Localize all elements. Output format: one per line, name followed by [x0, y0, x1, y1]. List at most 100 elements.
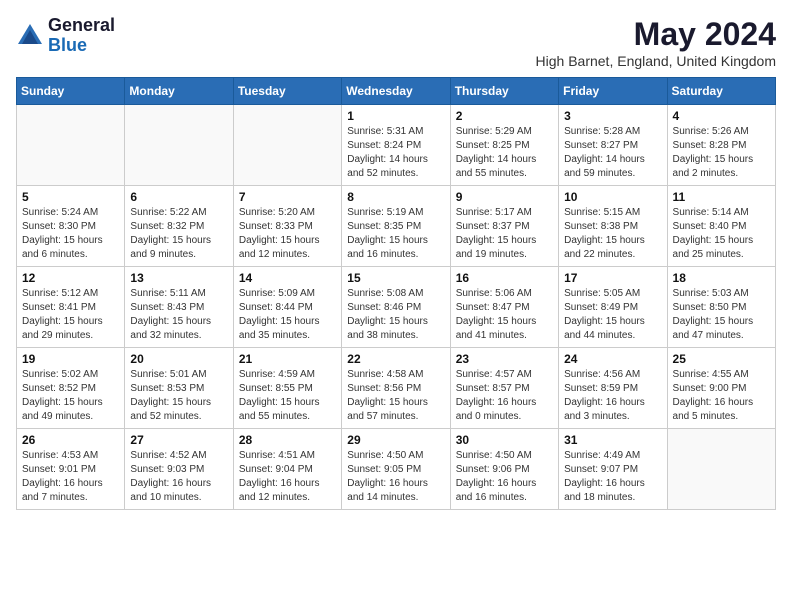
day-detail: Sunrise: 5:29 AMSunset: 8:25 PMDaylight:…	[456, 125, 553, 181]
calendar-cell: 28 Sunrise: 4:51 AMSunset: 9:04 PMDayligh…	[233, 429, 341, 510]
weekday-header-row: SundayMondayTuesdayWednesdayThursdayFrid…	[17, 78, 776, 105]
day-detail: Sunrise: 4:49 AMSunset: 9:07 PMDaylight:…	[564, 449, 661, 505]
day-number: 26	[22, 433, 119, 447]
calendar-cell: 20 Sunrise: 5:01 AMSunset: 8:53 PMDayligh…	[125, 348, 233, 429]
day-number: 19	[22, 352, 119, 366]
day-detail: Sunrise: 4:55 AMSunset: 9:00 PMDaylight:…	[673, 368, 770, 424]
calendar-cell	[125, 105, 233, 186]
calendar-cell: 23 Sunrise: 4:57 AMSunset: 8:57 PMDayligh…	[450, 348, 558, 429]
day-number: 4	[673, 109, 770, 123]
calendar-cell: 17 Sunrise: 5:05 AMSunset: 8:49 PMDayligh…	[559, 267, 667, 348]
day-detail: Sunrise: 5:15 AMSunset: 8:38 PMDaylight:…	[564, 206, 661, 262]
day-detail: Sunrise: 5:24 AMSunset: 8:30 PMDaylight:…	[22, 206, 119, 262]
day-detail: Sunrise: 5:22 AMSunset: 8:32 PMDaylight:…	[130, 206, 227, 262]
calendar-cell: 21Sunrise: 4:59 AMSunset: 8:55 PMDayligh…	[233, 348, 341, 429]
calendar-week-row: 19Sunrise: 5:02 AMSunset: 8:52 PMDayligh…	[17, 348, 776, 429]
day-number: 2	[456, 109, 553, 123]
day-number: 9	[456, 190, 553, 204]
day-number: 23	[456, 352, 553, 366]
day-number: 30	[456, 433, 553, 447]
calendar-cell: 30Sunrise: 4:50 AMSunset: 9:06 PMDayligh…	[450, 429, 558, 510]
day-detail: Sunrise: 5:05 AMSunset: 8:49 PMDaylight:…	[564, 287, 661, 343]
day-number: 1	[347, 109, 444, 123]
main-title: May 2024	[536, 16, 776, 53]
day-detail: Sunrise: 4:51 AMSunset: 9:04 PMDaylight:…	[239, 449, 336, 505]
day-number: 29	[347, 433, 444, 447]
day-number: 17	[564, 271, 661, 285]
calendar-cell: 25 Sunrise: 4:55 AMSunset: 9:00 PMDayligh…	[667, 348, 775, 429]
day-detail: Sunrise: 4:50 AMSunset: 9:05 PMDaylight:…	[347, 449, 444, 505]
day-detail: Sunrise: 5:26 AMSunset: 8:28 PMDaylight:…	[673, 125, 770, 181]
calendar-week-row: 26Sunrise: 4:53 AMSunset: 9:01 PMDayligh…	[17, 429, 776, 510]
logo: General Blue	[16, 16, 115, 56]
day-detail: Sunrise: 4:56 AMSunset: 8:59 PMDaylight:…	[564, 368, 661, 424]
calendar-cell	[233, 105, 341, 186]
calendar-cell: 4 Sunrise: 5:26 AMSunset: 8:28 PMDaylight…	[667, 105, 775, 186]
calendar-cell: 31 Sunrise: 4:49 AMSunset: 9:07 PMDayligh…	[559, 429, 667, 510]
calendar-cell: 2 Sunrise: 5:29 AMSunset: 8:25 PMDaylight…	[450, 105, 558, 186]
calendar-cell: 24 Sunrise: 4:56 AMSunset: 8:59 PMDayligh…	[559, 348, 667, 429]
subtitle: High Barnet, England, United Kingdom	[536, 53, 776, 69]
calendar-cell	[667, 429, 775, 510]
calendar-week-row: 1 Sunrise: 5:31 AMSunset: 8:24 PMDaylight…	[17, 105, 776, 186]
title-area: May 2024 High Barnet, England, United Ki…	[536, 16, 776, 69]
calendar-cell: 18 Sunrise: 5:03 AMSunset: 8:50 PMDayligh…	[667, 267, 775, 348]
day-detail: Sunrise: 5:17 AMSunset: 8:37 PMDaylight:…	[456, 206, 553, 262]
calendar-week-row: 12 Sunrise: 5:12 AMSunset: 8:41 PMDayligh…	[17, 267, 776, 348]
day-number: 11	[673, 190, 770, 204]
calendar-cell: 22 Sunrise: 4:58 AMSunset: 8:56 PMDayligh…	[342, 348, 450, 429]
day-detail: Sunrise: 5:12 AMSunset: 8:41 PMDaylight:…	[22, 287, 119, 343]
day-detail: Sunrise: 5:19 AMSunset: 8:35 PMDaylight:…	[347, 206, 444, 262]
calendar-body: 1 Sunrise: 5:31 AMSunset: 8:24 PMDaylight…	[17, 105, 776, 510]
day-number: 28	[239, 433, 336, 447]
day-detail: Sunrise: 5:20 AMSunset: 8:33 PMDaylight:…	[239, 206, 336, 262]
day-detail: Sunrise: 5:03 AMSunset: 8:50 PMDaylight:…	[673, 287, 770, 343]
calendar-cell: 12 Sunrise: 5:12 AMSunset: 8:41 PMDayligh…	[17, 267, 125, 348]
calendar-cell: 1 Sunrise: 5:31 AMSunset: 8:24 PMDaylight…	[342, 105, 450, 186]
page-header: General Blue May 2024 High Barnet, Engla…	[16, 16, 776, 69]
calendar-cell: 19Sunrise: 5:02 AMSunset: 8:52 PMDayligh…	[17, 348, 125, 429]
day-detail: Sunrise: 5:01 AMSunset: 8:53 PMDaylight:…	[130, 368, 227, 424]
day-number: 3	[564, 109, 661, 123]
day-number: 12	[22, 271, 119, 285]
calendar-cell: 6 Sunrise: 5:22 AMSunset: 8:32 PMDaylight…	[125, 186, 233, 267]
day-number: 24	[564, 352, 661, 366]
day-number: 13	[130, 271, 227, 285]
calendar-table: SundayMondayTuesdayWednesdayThursdayFrid…	[16, 77, 776, 510]
day-number: 20	[130, 352, 227, 366]
logo-blue: Blue	[48, 36, 115, 56]
day-detail: Sunrise: 4:58 AMSunset: 8:56 PMDaylight:…	[347, 368, 444, 424]
day-detail: Sunrise: 5:08 AMSunset: 8:46 PMDaylight:…	[347, 287, 444, 343]
calendar-cell: 13 Sunrise: 5:11 AMSunset: 8:43 PMDayligh…	[125, 267, 233, 348]
day-number: 7	[239, 190, 336, 204]
calendar-cell: 26Sunrise: 4:53 AMSunset: 9:01 PMDayligh…	[17, 429, 125, 510]
calendar-header: SundayMondayTuesdayWednesdayThursdayFrid…	[17, 78, 776, 105]
weekday-header-tuesday: Tuesday	[233, 78, 341, 105]
day-detail: Sunrise: 4:57 AMSunset: 8:57 PMDaylight:…	[456, 368, 553, 424]
weekday-header-wednesday: Wednesday	[342, 78, 450, 105]
day-number: 18	[673, 271, 770, 285]
day-detail: Sunrise: 5:11 AMSunset: 8:43 PMDaylight:…	[130, 287, 227, 343]
day-number: 14	[239, 271, 336, 285]
day-detail: Sunrise: 5:14 AMSunset: 8:40 PMDaylight:…	[673, 206, 770, 262]
day-number: 25	[673, 352, 770, 366]
day-number: 6	[130, 190, 227, 204]
day-detail: Sunrise: 5:06 AMSunset: 8:47 PMDaylight:…	[456, 287, 553, 343]
day-number: 31	[564, 433, 661, 447]
calendar-cell: 14 Sunrise: 5:09 AMSunset: 8:44 PMDayligh…	[233, 267, 341, 348]
calendar-cell: 8Sunrise: 5:19 AMSunset: 8:35 PMDaylight…	[342, 186, 450, 267]
day-detail: Sunrise: 5:31 AMSunset: 8:24 PMDaylight:…	[347, 125, 444, 181]
calendar-week-row: 5Sunrise: 5:24 AMSunset: 8:30 PMDaylight…	[17, 186, 776, 267]
calendar-cell: 9 Sunrise: 5:17 AMSunset: 8:37 PMDaylight…	[450, 186, 558, 267]
weekday-header-friday: Friday	[559, 78, 667, 105]
calendar-cell: 15Sunrise: 5:08 AMSunset: 8:46 PMDayligh…	[342, 267, 450, 348]
day-detail: Sunrise: 5:09 AMSunset: 8:44 PMDaylight:…	[239, 287, 336, 343]
calendar-cell: 16 Sunrise: 5:06 AMSunset: 8:47 PMDayligh…	[450, 267, 558, 348]
logo-general: General	[48, 16, 115, 36]
day-number: 16	[456, 271, 553, 285]
weekday-header-sunday: Sunday	[17, 78, 125, 105]
day-detail: Sunrise: 4:52 AMSunset: 9:03 PMDaylight:…	[130, 449, 227, 505]
day-number: 22	[347, 352, 444, 366]
day-number: 10	[564, 190, 661, 204]
calendar-cell: 29 Sunrise: 4:50 AMSunset: 9:05 PMDayligh…	[342, 429, 450, 510]
